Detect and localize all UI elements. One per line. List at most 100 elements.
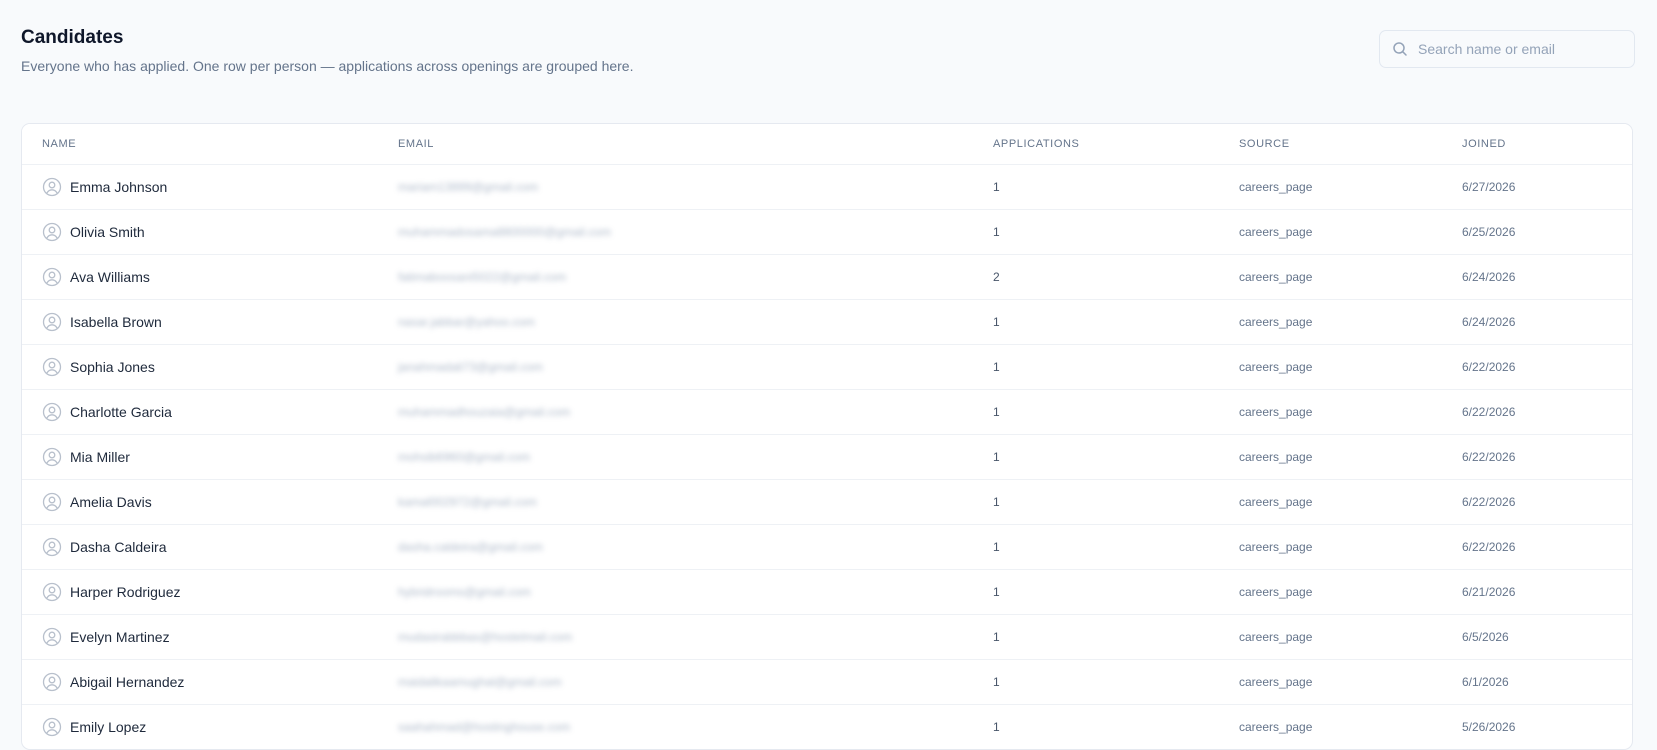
table-row[interactable]: Charlotte Garcia muhammadhouzaia@gmail.c… [22, 389, 1632, 434]
candidate-email: mudasirabbbas@hostelmail.com [398, 630, 573, 644]
user-circle-icon [42, 402, 62, 422]
column-header-applications[interactable]: APPLICATIONS [993, 138, 1239, 150]
header-text: Candidates Everyone who has applied. One… [21, 24, 633, 75]
candidate-source: careers_page [1239, 675, 1313, 689]
candidate-email: maidalikaamughal@gmail.com [398, 675, 562, 689]
table-row[interactable]: Emily Lopez saahahmad@hostinghouse.com 1… [22, 704, 1632, 749]
candidate-name: Amelia Davis [70, 494, 152, 510]
user-circle-icon [42, 717, 62, 737]
candidate-joined: 6/22/2026 [1462, 450, 1516, 464]
user-circle-icon [42, 627, 62, 647]
candidate-name-cell: Abigail Hernandez [42, 672, 398, 692]
column-header-joined[interactable]: JOINED [1462, 138, 1632, 150]
candidate-source: careers_page [1239, 225, 1313, 239]
candidate-name: Harper Rodriguez [70, 584, 181, 600]
user-circle-icon [42, 357, 62, 377]
candidate-source: careers_page [1239, 630, 1313, 644]
candidate-name-cell: Charlotte Garcia [42, 402, 398, 422]
candidate-joined: 6/25/2026 [1462, 225, 1516, 239]
candidate-source: careers_page [1239, 405, 1313, 419]
candidate-name: Sophia Jones [70, 359, 155, 375]
candidate-applications: 1 [993, 585, 1000, 599]
candidate-joined: 6/22/2026 [1462, 540, 1516, 554]
candidate-email: muhammadhouzaia@gmail.com [398, 405, 571, 419]
table-row[interactable]: Emma Johnson mariam13899@gmail.com 1 car… [22, 164, 1632, 209]
table-row[interactable]: Dasha Caldeira dasha.caldeira@gmail.com … [22, 524, 1632, 569]
candidate-source: careers_page [1239, 450, 1313, 464]
candidate-name: Isabella Brown [70, 314, 162, 330]
candidate-joined: 6/22/2026 [1462, 405, 1516, 419]
user-circle-icon [42, 222, 62, 242]
search-input[interactable] [1418, 41, 1618, 57]
candidate-source: careers_page [1239, 585, 1313, 599]
table-row[interactable]: Abigail Hernandez maidalikaamughal@gmail… [22, 659, 1632, 704]
search-icon [1392, 41, 1408, 57]
candidate-applications: 2 [993, 270, 1000, 284]
user-circle-icon [42, 672, 62, 692]
candidate-name: Charlotte Garcia [70, 404, 172, 420]
candidate-name-cell: Emily Lopez [42, 717, 398, 737]
candidate-email: saahahmad@hostinghouse.com [398, 720, 571, 734]
table-row[interactable]: Olivia Smith muhammadosama8800000@gmail.… [22, 209, 1632, 254]
user-circle-icon [42, 582, 62, 602]
candidates-table: NAME EMAIL APPLICATIONS SOURCE JOINED Em… [21, 123, 1633, 750]
user-circle-icon [42, 267, 62, 287]
candidate-email: nasar.jabbar@yahoo.com [398, 315, 535, 329]
candidate-applications: 1 [993, 540, 1000, 554]
candidate-source: careers_page [1239, 540, 1313, 554]
table-row[interactable]: Harper Rodriguez hybridrooms@gmail.com 1… [22, 569, 1632, 614]
candidate-applications: 1 [993, 675, 1000, 689]
candidates-page: Candidates Everyone who has applied. One… [0, 0, 1657, 750]
candidate-joined: 6/22/2026 [1462, 495, 1516, 509]
candidate-source: careers_page [1239, 495, 1313, 509]
column-header-source[interactable]: SOURCE [1239, 138, 1462, 150]
column-header-email[interactable]: EMAIL [398, 138, 993, 150]
candidate-name: Ava Williams [70, 269, 150, 285]
candidate-name-cell: Olivia Smith [42, 222, 398, 242]
column-header-name[interactable]: NAME [42, 138, 398, 150]
candidate-applications: 1 [993, 720, 1000, 734]
candidate-joined: 6/21/2026 [1462, 585, 1516, 599]
candidate-email: fatimaboosani5022@gmail.com [398, 270, 567, 284]
table-body: Emma Johnson mariam13899@gmail.com 1 car… [22, 164, 1632, 749]
candidate-name-cell: Isabella Brown [42, 312, 398, 332]
user-circle-icon [42, 177, 62, 197]
candidate-name-cell: Dasha Caldeira [42, 537, 398, 557]
user-circle-icon [42, 492, 62, 512]
user-circle-icon [42, 537, 62, 557]
candidate-source: careers_page [1239, 360, 1313, 374]
table-header-row: NAME EMAIL APPLICATIONS SOURCE JOINED [22, 124, 1632, 164]
candidate-source: careers_page [1239, 270, 1313, 284]
candidate-name: Abigail Hernandez [70, 674, 185, 690]
candidate-email: muhammadosama8800000@gmail.com [398, 225, 611, 239]
candidate-name-cell: Amelia Davis [42, 492, 398, 512]
candidate-joined: 6/22/2026 [1462, 360, 1516, 374]
candidate-applications: 1 [993, 405, 1000, 419]
candidate-name: Evelyn Martinez [70, 629, 170, 645]
candidate-name-cell: Sophia Jones [42, 357, 398, 377]
candidate-applications: 1 [993, 495, 1000, 509]
table-row[interactable]: Isabella Brown nasar.jabbar@yahoo.com 1 … [22, 299, 1632, 344]
search-box[interactable] [1379, 30, 1635, 68]
page-subtitle: Everyone who has applied. One row per pe… [21, 58, 634, 74]
candidate-name: Olivia Smith [70, 224, 145, 240]
candidate-name-cell: Evelyn Martinez [42, 627, 398, 647]
candidate-email: mohsib6960@gmail.com [398, 450, 531, 464]
candidate-name: Mia Miller [70, 449, 130, 465]
table-row[interactable]: Mia Miller mohsib6960@gmail.com 1 career… [22, 434, 1632, 479]
candidate-applications: 1 [993, 360, 1000, 374]
candidate-name-cell: Harper Rodriguez [42, 582, 398, 602]
table-row[interactable]: Amelia Davis kamal002972@gmail.com 1 car… [22, 479, 1632, 524]
user-circle-icon [42, 312, 62, 332]
page-title: Candidates [21, 27, 124, 48]
candidate-joined: 6/27/2026 [1462, 180, 1516, 194]
candidate-name-cell: Emma Johnson [42, 177, 398, 197]
candidate-applications: 1 [993, 180, 1000, 194]
candidate-applications: 1 [993, 315, 1000, 329]
candidate-joined: 5/26/2026 [1462, 720, 1516, 734]
table-row[interactable]: Sophia Jones janahmadali73@gmail.com 1 c… [22, 344, 1632, 389]
candidate-source: careers_page [1239, 315, 1313, 329]
table-row[interactable]: Evelyn Martinez mudasirabbbas@hostelmail… [22, 614, 1632, 659]
candidate-name: Dasha Caldeira [70, 539, 167, 555]
table-row[interactable]: Ava Williams fatimaboosani5022@gmail.com… [22, 254, 1632, 299]
